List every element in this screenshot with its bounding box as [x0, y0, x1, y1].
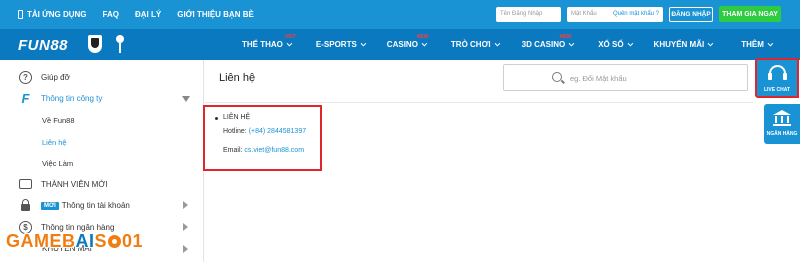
sidebar-item-account[interactable]: MỚI Thông tin tài khoản — [19, 199, 130, 212]
gamebai-watermark-logo: GAMEB AI S 01 — [6, 231, 143, 252]
password-placeholder: Mật Khẩu — [571, 10, 597, 17]
help-search-box[interactable] — [503, 64, 748, 91]
nav-3d-casino[interactable]: 3D CASINO NEW — [521, 34, 575, 49]
nav-3d-casino-label: 3D CASINO — [521, 40, 566, 49]
login-area: Tên Đăng Nhập Mật Khẩu Quên mật khẩu ? Đ… — [496, 6, 781, 22]
tottenham-crest-icon — [113, 35, 127, 53]
nav-casino[interactable]: CASINO NEW — [386, 34, 429, 49]
id-card-icon — [19, 179, 32, 189]
headset-icon — [768, 65, 787, 80]
forgot-password-link[interactable]: Quên mật khẩu ? — [613, 7, 659, 22]
email-row: Email: cs.viet@fun88.com — [223, 147, 304, 154]
live-chat-label: LIVE CHAT — [763, 87, 791, 93]
watermark-text-3: S — [94, 231, 108, 251]
sidebar-account-label: Thông tin tài khoản — [61, 201, 130, 210]
sidebar-item-company-info[interactable]: F Thông tin công ty — [19, 91, 103, 106]
nav-lottery-label: XỔ SỐ — [598, 40, 624, 49]
lock-icon — [19, 199, 32, 212]
username-field[interactable]: Tên Đăng Nhập — [496, 6, 561, 22]
caret-down-icon[interactable] — [182, 96, 190, 102]
top-bar: TẢI ỨNG DỤNG FAQ ĐẠI LÝ GIỚI THIỆU BẠN B… — [0, 0, 800, 29]
chevron-down-icon — [707, 40, 714, 46]
sidebar-company-label: Thông tin công ty — [41, 94, 103, 103]
chip-icon — [108, 235, 122, 248]
email-link[interactable]: cs.viet@fun88.com — [244, 147, 304, 154]
chevron-down-icon — [286, 40, 293, 46]
help-icon: ? — [19, 71, 32, 84]
nav-esports-label: E-SPORTS — [315, 40, 357, 49]
nav-sports[interactable]: THỂ THAO HOT — [242, 34, 296, 49]
new-tag: NEW — [416, 34, 429, 40]
nav-games[interactable]: TRÒ CHƠI — [450, 40, 500, 49]
newcastle-crest-icon — [88, 35, 102, 53]
email-label: Email: — [223, 147, 245, 154]
bank-icon — [773, 110, 791, 126]
top-links: TẢI ỨNG DỤNG FAQ ĐẠI LÝ GIỚI THIỆU BẠN B… — [18, 0, 254, 29]
chevron-down-icon — [494, 40, 500, 46]
caret-right-icon[interactable] — [183, 245, 188, 253]
chevron-down-icon — [421, 40, 428, 46]
download-app-label: TẢI ỨNG DỤNG — [27, 10, 87, 19]
hotline-label: Hotline: — [223, 128, 249, 135]
sidebar-help-label: Giúp đỡ — [41, 73, 70, 82]
sidebar-item-help[interactable]: ? Giúp đỡ — [19, 71, 70, 84]
join-now-button[interactable]: THAM GIA NGAY — [719, 6, 781, 22]
new-badge: MỚI — [41, 201, 59, 210]
agent-link[interactable]: ĐẠI LÝ — [135, 10, 161, 19]
fun88-f-icon: F — [21, 91, 30, 106]
nav-promotions-label: KHUYẾN MÃI — [653, 40, 705, 49]
watermark-text-4: 01 — [122, 231, 144, 251]
chevron-down-icon — [360, 40, 367, 46]
nav-casino-label: CASINO — [386, 40, 418, 49]
username-placeholder: Tên Đăng Nhập — [500, 10, 543, 17]
chevron-down-icon — [568, 40, 575, 46]
nav-esports[interactable]: E-SPORTS — [315, 40, 367, 49]
bullet-icon — [215, 117, 218, 120]
download-app-link[interactable]: TẢI ỨNG DỤNG — [18, 10, 87, 19]
refer-friend-link[interactable]: GIỚI THIỆU BẠN BÈ — [177, 10, 254, 19]
nav-lottery[interactable]: XỔ SỐ — [598, 40, 633, 49]
fun88-logo[interactable]: FUN88 — [18, 37, 68, 54]
nav-more[interactable]: THÊM — [741, 40, 774, 49]
new-tag: NEW — [559, 34, 572, 40]
nav-more-label: THÊM — [741, 40, 764, 49]
chevron-down-icon — [767, 40, 774, 46]
faq-link[interactable]: FAQ — [103, 10, 119, 19]
live-chat-button[interactable]: LIVE CHAT — [755, 58, 799, 98]
sidebar-item-new-member[interactable]: THÀNH VIÊN MỚI — [19, 179, 107, 189]
sidebar-new-member-label: THÀNH VIÊN MỚI — [41, 179, 108, 189]
search-icon[interactable] — [552, 72, 562, 82]
watermark-text-2: AI — [75, 231, 95, 251]
title-divider — [205, 102, 753, 103]
sidebar-sub-contact[interactable]: Liên hệ — [42, 138, 67, 147]
hot-tag: HOT — [285, 34, 296, 40]
caret-right-icon[interactable] — [183, 223, 188, 231]
watermark-text-1: GAMEB — [6, 231, 76, 251]
chevron-down-icon — [627, 40, 633, 46]
login-button[interactable]: ĐĂNG NHẬP — [669, 6, 713, 22]
nav-menu: THỂ THAO HOT E-SPORTS CASINO NEW TRÒ CHƠ… — [242, 29, 774, 60]
bank-button[interactable]: NGÂN HÀNG — [764, 104, 800, 144]
nav-promotions[interactable]: KHUYẾN MÃI — [653, 40, 714, 49]
contact-heading: LIÊN HỆ — [223, 114, 251, 121]
help-search-input[interactable] — [570, 71, 740, 85]
sidebar-sub-jobs[interactable]: Việc Làm — [42, 159, 73, 168]
main-nav: FUN88 THỂ THAO HOT E-SPORTS CASINO NEW T… — [0, 29, 800, 60]
nav-games-label: TRÒ CHƠI — [450, 40, 491, 49]
hotline-link[interactable]: (+84) 2844581397 — [249, 128, 306, 135]
bank-label: NGÂN HÀNG — [766, 131, 798, 137]
sidebar-sub-about[interactable]: Về Fun88 — [42, 116, 75, 125]
phone-icon — [18, 10, 23, 19]
contact-info-box: LIÊN HỆ Hotline: (+84) 2844581397 Email:… — [203, 105, 322, 171]
nav-sports-label: THỂ THAO — [242, 40, 283, 49]
caret-right-icon[interactable] — [183, 201, 188, 209]
page-title: Liên hệ — [219, 72, 256, 84]
password-field[interactable]: Mật Khẩu Quên mật khẩu ? — [567, 6, 663, 22]
hotline-row: Hotline: (+84) 2844581397 — [223, 128, 306, 135]
